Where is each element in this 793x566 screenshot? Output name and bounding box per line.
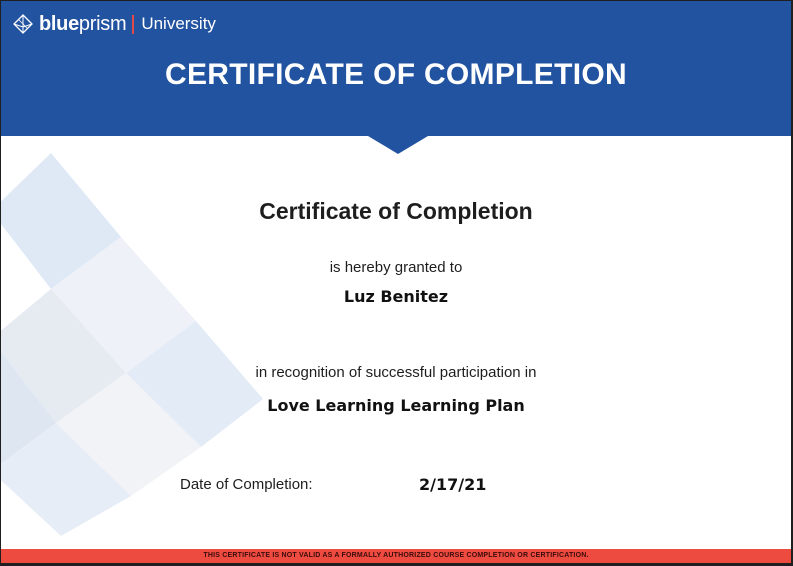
date-value: 2/17/21	[419, 475, 487, 494]
prism-logo-icon	[13, 14, 33, 34]
banner-title: CERTIFICATE OF COMPLETION	[165, 58, 627, 91]
certificate-page: blue prism University CERTIFICATE OF COMP…	[0, 0, 793, 566]
brand-name-bold: blue	[39, 12, 79, 35]
disclaimer-bar: THIS CERTIFICATE IS NOT VALID AS A FORMA…	[1, 549, 791, 563]
date-label: Date of Completion:	[180, 476, 313, 493]
recognition-text: in recognition of successful participati…	[255, 364, 537, 381]
header-notch	[368, 136, 428, 154]
certificate-heading: Certificate of Completion	[259, 198, 533, 224]
recipient-name: Luz Benitez	[343, 287, 449, 306]
logo-separator	[132, 14, 135, 34]
blueprism-logo: blue prism University	[12, 11, 216, 37]
header-banner: blue prism University CERTIFICATE OF COMP…	[1, 1, 791, 136]
brand-name-light: prism	[78, 12, 127, 35]
course-name: Love Learning Learning Plan	[267, 396, 525, 415]
disclaimer-text: THIS CERTIFICATE IS NOT VALID AS A FORMA…	[203, 552, 589, 559]
granted-text: is hereby granted to	[329, 259, 463, 276]
brand-suffix: University	[141, 14, 216, 33]
